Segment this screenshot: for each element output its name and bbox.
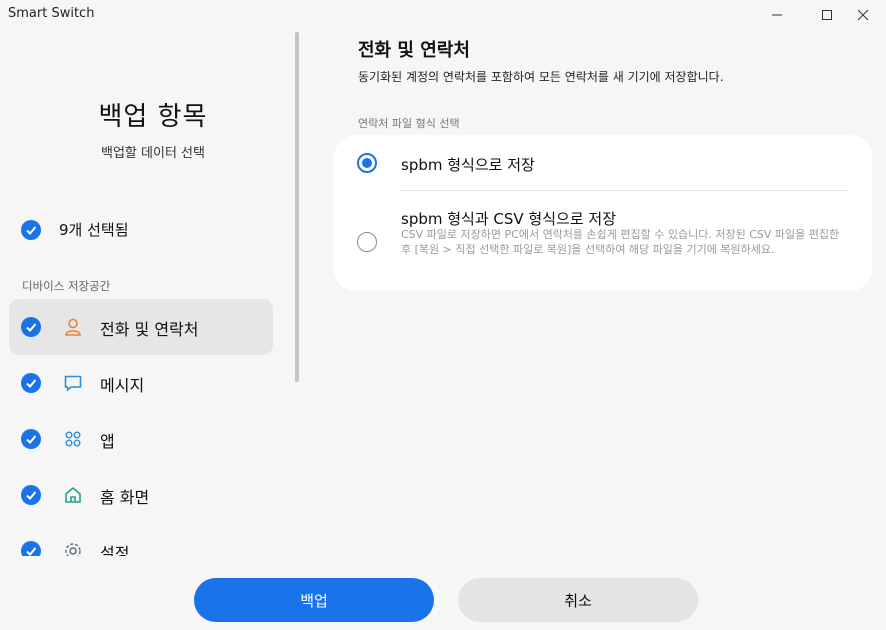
selected-count: 9개 선택됨	[59, 221, 129, 239]
home-icon	[62, 484, 84, 506]
settings-icon	[62, 540, 84, 556]
sidebar-clip-area: 설정	[0, 520, 290, 556]
spbm-csv-label[interactable]: spbm 형식과 CSV 형식으로 저장	[401, 208, 616, 229]
minimize-icon	[772, 14, 782, 16]
sidebar-item-label: 앱	[100, 432, 115, 451]
maximize-icon	[822, 10, 832, 20]
section-description: 동기화된 계정의 연락처를 포함하여 모든 연락처를 새 기기에 저장합니다.	[358, 70, 724, 84]
spbm-csv-description: CSV 파일로 저장하면 PC에서 연락처를 손쉽게 편집할 수 있습니다. 저…	[401, 228, 840, 256]
sidebar-item-label: 전화 및 연락처	[100, 320, 199, 339]
message-icon	[62, 372, 84, 394]
storage-section-label: 디바이스 저장공간	[22, 279, 111, 293]
option-divider	[401, 190, 848, 191]
close-icon	[857, 9, 869, 21]
apps-grid-icon	[62, 428, 84, 450]
spbm-csv-radio[interactable]	[357, 232, 377, 252]
backup-button[interactable]: 백업	[194, 578, 434, 622]
close-button[interactable]	[840, 0, 886, 30]
home-screen-check-icon[interactable]	[21, 485, 41, 505]
apps-check-icon[interactable]	[21, 429, 41, 449]
settings-check-icon[interactable]	[21, 541, 41, 556]
spbm-only-radio[interactable]	[357, 153, 377, 173]
format-select-label: 연락처 파일 형식 선택	[358, 117, 460, 130]
sidebar-item-label: 홈 화면	[100, 488, 150, 507]
app-title: Smart Switch	[8, 6, 95, 21]
section-title: 전화 및 연락처	[358, 40, 470, 61]
person-icon	[62, 316, 84, 338]
sidebar-item-label: 설정	[100, 544, 130, 556]
sidebar-item-apps[interactable]	[9, 411, 273, 467]
cancel-button[interactable]: 취소	[458, 578, 698, 622]
title-bar: Smart Switch	[0, 0, 886, 30]
sidebar-subtitle: 백업할 데이터 선택	[101, 146, 205, 161]
messages-check-icon[interactable]	[21, 373, 41, 393]
sidebar-item-label: 메시지	[100, 376, 145, 395]
sidebar-scrollbar[interactable]	[295, 32, 299, 382]
sidebar-title: 백업 항목	[98, 102, 208, 132]
minimize-button[interactable]	[754, 0, 800, 30]
phone-contacts-check-icon[interactable]	[21, 317, 41, 337]
spbm-only-label[interactable]: spbm 형식으로 저장	[401, 154, 535, 175]
select-all-check-icon[interactable]	[21, 220, 41, 240]
